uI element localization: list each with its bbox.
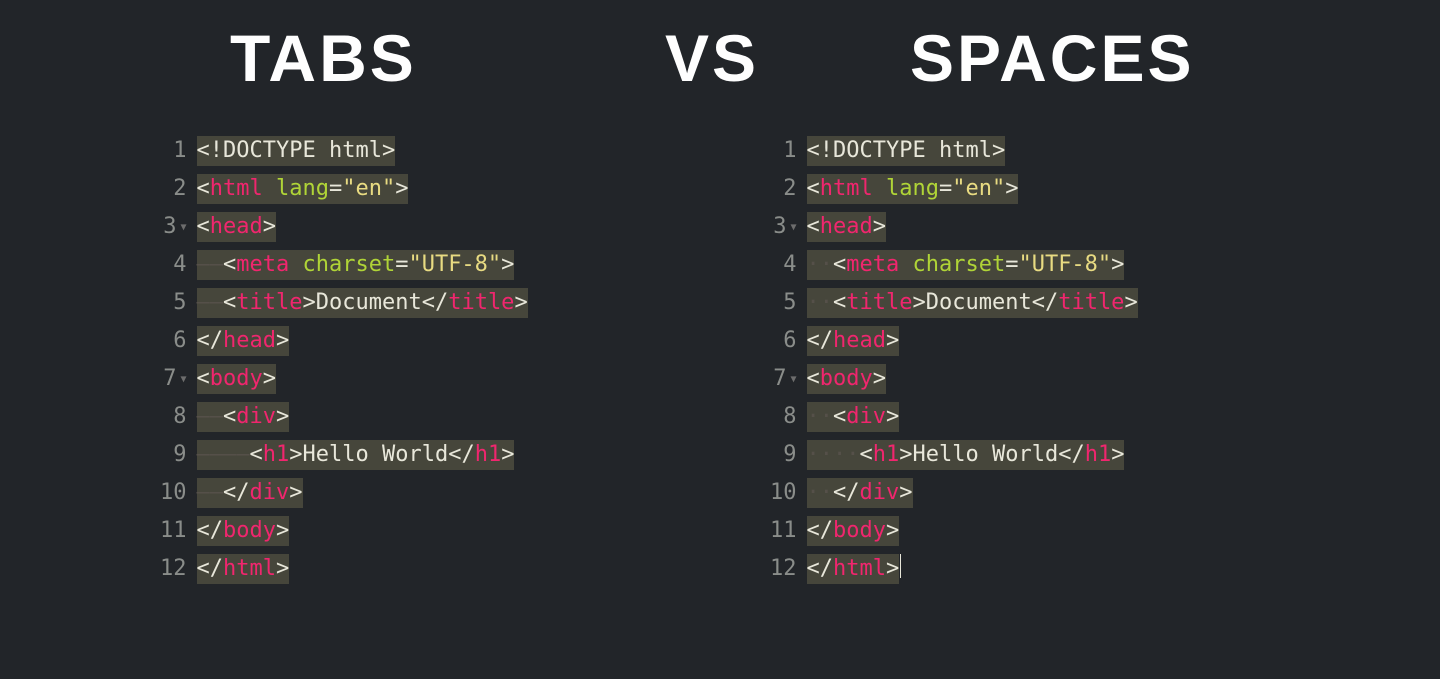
fold-caret-icon[interactable]: ▼ — [180, 209, 186, 247]
indent-tab: —— — [197, 478, 224, 508]
code-line[interactable]: ··</div> — [807, 474, 1138, 512]
line-number: 7▼ — [163, 360, 186, 398]
line-number: 6 — [783, 322, 796, 360]
line-number-gutter: 123▼4567▼89101112 — [160, 132, 197, 588]
code-line[interactable]: </body> — [807, 512, 1138, 550]
code-content: <body> — [807, 364, 886, 394]
indent-spaces: ·· — [807, 440, 834, 470]
indent-tab: —— — [197, 440, 224, 470]
spaces-panel: 123▼4567▼89101112<!DOCTYPE html><html la… — [770, 132, 1138, 588]
code-line[interactable]: <head> — [197, 208, 528, 246]
code-content: </div> — [833, 478, 913, 508]
code-line[interactable]: ——</div> — [197, 474, 528, 512]
indent-spaces: ·· — [807, 478, 834, 508]
line-number: 9 — [173, 436, 186, 474]
line-number: 8 — [783, 398, 796, 436]
indent-spaces: ·· — [807, 250, 834, 280]
fold-caret-icon[interactable]: ▼ — [180, 361, 186, 399]
indent-spaces: ·· — [807, 288, 834, 318]
code-line[interactable]: ··<title>Document</title> — [807, 284, 1138, 322]
code-area[interactable]: <!DOCTYPE html><html lang="en"><head>··<… — [807, 132, 1138, 588]
indent-tab: —— — [197, 402, 224, 432]
code-content: </body> — [807, 516, 900, 546]
code-content: </head> — [807, 326, 900, 356]
line-number: 7▼ — [773, 360, 796, 398]
code-line[interactable]: </body> — [197, 512, 528, 550]
code-line[interactable]: ——<meta charset="UTF-8"> — [197, 246, 528, 284]
indent-tab: —— — [223, 440, 250, 470]
line-number: 1 — [173, 132, 186, 170]
line-number: 4 — [783, 246, 796, 284]
code-content: <html lang="en"> — [807, 174, 1019, 204]
code-content: </head> — [197, 326, 290, 356]
code-line[interactable]: </html> — [807, 550, 1138, 588]
line-number: 9 — [783, 436, 796, 474]
line-number: 2 — [783, 170, 796, 208]
code-content: <meta charset="UTF-8"> — [833, 250, 1124, 280]
line-number: 11 — [770, 512, 797, 550]
code-content: <head> — [197, 212, 276, 242]
code-line[interactable]: <head> — [807, 208, 1138, 246]
code-content: <title>Document</title> — [833, 288, 1138, 318]
code-line[interactable]: ——<div> — [197, 398, 528, 436]
line-number: 3▼ — [773, 208, 796, 246]
line-number: 11 — [160, 512, 187, 550]
indent-tab: —— — [197, 288, 224, 318]
line-number: 3▼ — [163, 208, 186, 246]
code-line[interactable]: <body> — [197, 360, 528, 398]
code-content: <!DOCTYPE html> — [197, 136, 396, 166]
line-number: 10 — [770, 474, 797, 512]
code-content: <div> — [833, 402, 899, 432]
code-line[interactable]: <!DOCTYPE html> — [197, 132, 528, 170]
line-number: 12 — [160, 550, 187, 588]
code-content: <html lang="en"> — [197, 174, 409, 204]
line-number: 12 — [770, 550, 797, 588]
line-number: 2 — [173, 170, 186, 208]
line-number: 5 — [783, 284, 796, 322]
line-number: 1 — [783, 132, 796, 170]
code-content: </html> — [197, 554, 290, 584]
heading-vs: VS — [665, 20, 759, 96]
line-number: 10 — [160, 474, 187, 512]
code-content: <!DOCTYPE html> — [807, 136, 1006, 166]
code-line[interactable]: <html lang="en"> — [807, 170, 1138, 208]
fold-caret-icon[interactable]: ▼ — [790, 209, 796, 247]
code-content: <head> — [807, 212, 886, 242]
fold-caret-icon[interactable]: ▼ — [790, 361, 796, 399]
code-content: </div> — [223, 478, 303, 508]
code-content: <h1>Hello World</h1> — [250, 440, 515, 470]
indent-tab: —— — [197, 250, 224, 280]
indent-spaces: ·· — [807, 402, 834, 432]
line-number: 5 — [173, 284, 186, 322]
line-number-gutter: 123▼4567▼89101112 — [770, 132, 807, 588]
code-line[interactable]: ··<meta charset="UTF-8"> — [807, 246, 1138, 284]
line-number: 4 — [173, 246, 186, 284]
code-line[interactable]: ————<h1>Hello World</h1> — [197, 436, 528, 474]
code-line[interactable]: </html> — [197, 550, 528, 588]
code-content: </html> — [807, 554, 900, 584]
code-area[interactable]: <!DOCTYPE html><html lang="en"><head>——<… — [197, 132, 528, 588]
text-cursor — [900, 554, 901, 578]
code-line[interactable]: ··<div> — [807, 398, 1138, 436]
code-content: <meta charset="UTF-8"> — [223, 250, 514, 280]
code-line[interactable]: ····<h1>Hello World</h1> — [807, 436, 1138, 474]
heading-tabs: TABS — [230, 20, 417, 96]
tabs-panel: 123▼4567▼89101112<!DOCTYPE html><html la… — [160, 132, 528, 588]
code-content: <title>Document</title> — [223, 288, 528, 318]
code-line[interactable]: <body> — [807, 360, 1138, 398]
code-content: </body> — [197, 516, 290, 546]
code-content: <body> — [197, 364, 276, 394]
code-line[interactable]: <!DOCTYPE html> — [807, 132, 1138, 170]
code-line[interactable]: </head> — [197, 322, 528, 360]
heading-spaces: SPACES — [910, 20, 1195, 96]
indent-spaces: ·· — [833, 440, 860, 470]
line-number: 8 — [173, 398, 186, 436]
code-content: <h1>Hello World</h1> — [860, 440, 1125, 470]
code-line[interactable]: </head> — [807, 322, 1138, 360]
code-line[interactable]: <html lang="en"> — [197, 170, 528, 208]
line-number: 6 — [173, 322, 186, 360]
code-content: <div> — [223, 402, 289, 432]
code-line[interactable]: ——<title>Document</title> — [197, 284, 528, 322]
